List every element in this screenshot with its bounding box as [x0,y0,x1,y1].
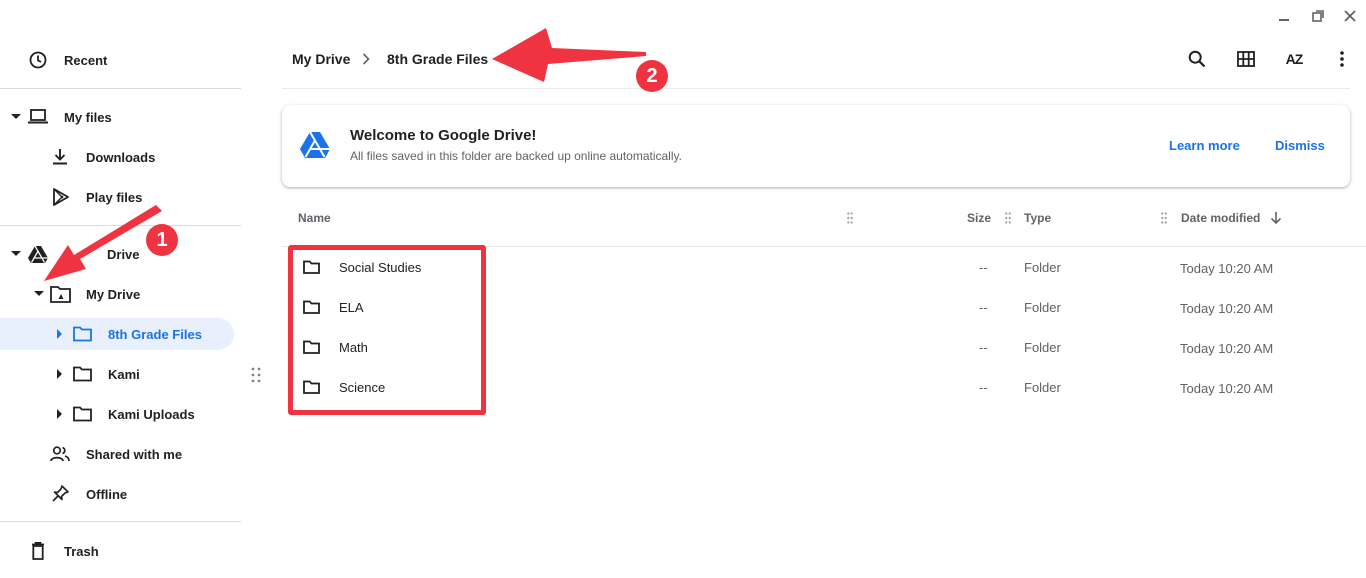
row-size: -- [979,380,988,395]
close-button[interactable] [1340,6,1360,26]
clock-icon [29,51,47,69]
row-size: -- [979,260,988,275]
sidebar-item-offline[interactable]: Offline [0,478,241,510]
column-header-size[interactable]: Size [967,211,991,225]
download-icon [53,149,67,165]
learn-more-link[interactable]: Learn more [1169,138,1240,153]
row-size: -- [979,340,988,355]
trash-icon [32,542,44,560]
sidebar-item-8th-grade-files[interactable]: 8th Grade Files [0,318,234,350]
pin-icon [52,485,69,502]
sidebar-item-kami-uploads[interactable]: Kami Uploads [0,398,241,430]
sort-button[interactable]: AZ [1282,47,1306,71]
sidebar-divider [0,521,241,522]
grid-view-button[interactable] [1234,47,1258,71]
google-drive-logo-icon [300,132,330,158]
row-date: Today 10:20 AM [1180,301,1274,316]
sidebar-item-label: Trash [64,544,99,559]
annotation-highlight-box [288,245,486,415]
sidebar-resize-handle[interactable] [250,366,262,384]
search-icon [1188,50,1206,68]
sidebar-item-recent[interactable]: Recent [0,44,241,76]
chevron-right-icon [362,53,370,65]
header-divider [282,88,1350,89]
sidebar-item-downloads[interactable]: Downloads [0,141,241,173]
caret-down-icon [11,114,21,119]
folder-icon [73,326,92,342]
annotation-badge-2: 2 [636,60,668,92]
sidebar-item-my-files[interactable]: My files [0,101,241,133]
column-header-date-modified[interactable]: Date modified [1181,211,1260,225]
caret-down-icon [11,251,21,256]
welcome-banner: Welcome to Google Drive! All files saved… [282,105,1350,187]
sidebar-item-label: Kami [108,367,140,382]
minimize-button[interactable] [1274,6,1294,26]
sidebar-item-trash[interactable]: Trash [0,535,241,567]
arrow-down-icon [1270,212,1282,225]
laptop-icon [28,109,48,124]
sidebar-item-label: Play files [86,190,143,205]
row-type: Folder [1024,300,1061,315]
annotation-arrow-2 [492,28,646,82]
caret-right-icon [57,329,62,339]
more-options-button[interactable] [1330,47,1354,71]
row-date: Today 10:20 AM [1180,261,1274,276]
sort-az-icon: AZ [1285,51,1304,67]
sidebar-item-shared-with-me[interactable]: Shared with me [0,438,241,470]
banner-text: All files saved in this folder are backe… [350,149,682,163]
sidebar-item-label: Downloads [86,150,156,165]
row-size: -- [979,300,988,315]
sidebar-item-label: My files [64,110,112,125]
caret-right-icon [57,369,62,379]
column-header-name[interactable]: Name [298,211,331,225]
caret-right-icon [57,409,62,419]
folder-icon [73,366,92,382]
annotation-badge-1: 1 [146,224,178,256]
sidebar-divider [0,88,241,89]
banner-title: Welcome to Google Drive! [350,127,537,144]
restore-button[interactable] [1308,6,1328,26]
breadcrumb-root[interactable]: My Drive [292,51,350,67]
sidebar-item-kami[interactable]: Kami [0,358,241,390]
close-icon [1344,10,1356,22]
sidebar-item-label: Kami Uploads [108,407,195,422]
dismiss-button[interactable]: Dismiss [1275,138,1325,153]
search-button[interactable] [1185,47,1209,71]
row-date: Today 10:20 AM [1180,341,1274,356]
breadcrumb-current: 8th Grade Files [387,51,489,67]
row-type: Folder [1024,260,1061,275]
caret-down-icon [34,291,44,296]
column-resize-icon[interactable] [1005,212,1011,224]
restore-icon [1312,10,1324,22]
minimize-icon [1279,19,1289,21]
sidebar-item-label: 8th Grade Files [108,327,202,342]
column-resize-icon[interactable] [1161,212,1167,224]
play-store-icon [53,188,69,206]
sidebar-item-label: Recent [64,53,108,68]
grid-view-icon [1237,51,1255,67]
row-date: Today 10:20 AM [1180,381,1274,396]
sidebar-item-label: Offline [86,487,128,502]
row-type: Folder [1024,380,1061,395]
more-vert-icon [1340,51,1344,67]
column-resize-icon[interactable] [847,212,853,224]
row-type: Folder [1024,340,1061,355]
people-icon [50,446,70,462]
folder-icon [73,406,92,422]
column-header-type[interactable]: Type [1024,211,1051,225]
sidebar-item-label: Shared with me [86,447,183,462]
